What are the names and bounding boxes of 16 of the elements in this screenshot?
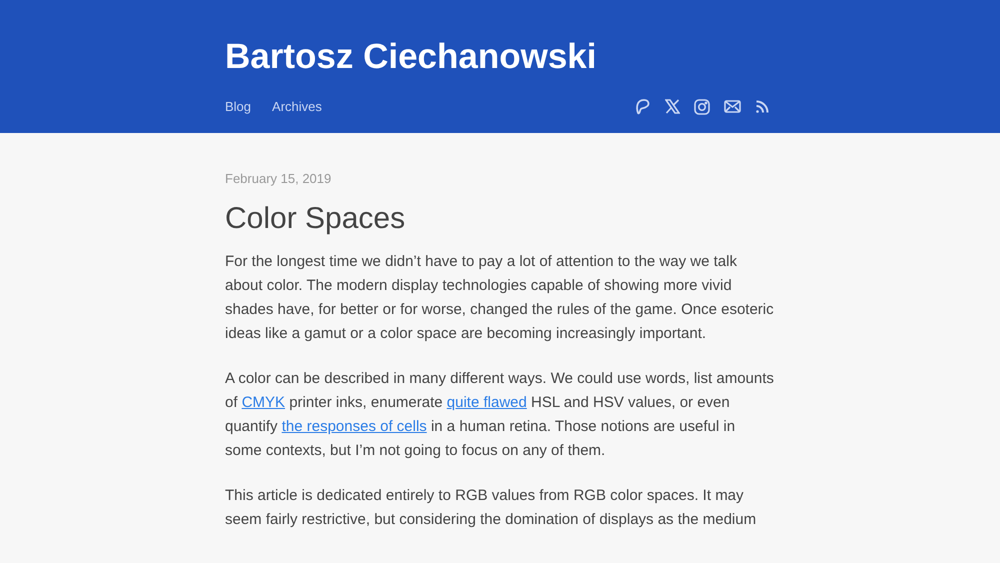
paragraph: A color can be described in many different ways. We could use words, list amounts of CMYK printer inks, enumerate quite flawed HSL and HSV values, or even quantify the responses of cells in a human retina. Those notions are useful in some contexts, but I’m not going to focus on any of them. bbox=[225, 369, 775, 461]
paragraph: This article is dedicated entirely to RGB values from RGB color spaces. It may seem fairly restrictive, but considering the domination of displays as the medium bbox=[225, 486, 758, 530]
text-link[interactable]: quite flawed bbox=[446, 394, 527, 411]
nav-link[interactable]: Archives bbox=[272, 99, 322, 114]
text-link[interactable]: the responses of cells bbox=[282, 418, 427, 435]
paragraph: For the longest time we didn’t have to pay a lot of attention to the way we talk about color. The modern display technologies capable of showing more vivid shades have, for better or for worse, changed the rules of the game. Once esoteric ideas like a gamut or a color space are becoming increasingly important. bbox=[225, 252, 775, 344]
post-date: February 15, 2019 bbox=[225, 171, 332, 186]
site-title[interactable]: Bartosz Ciechanowski bbox=[225, 36, 775, 78]
instagram-icon[interactable] bbox=[694, 98, 710, 114]
nav-link[interactable]: Blog bbox=[225, 99, 252, 114]
rss-icon[interactable] bbox=[755, 100, 769, 114]
x-logo-icon[interactable] bbox=[665, 99, 680, 114]
article-title: Color Spaces bbox=[225, 202, 406, 236]
mail-icon[interactable] bbox=[724, 100, 741, 113]
patreon-icon[interactable] bbox=[635, 98, 651, 115]
text-link[interactable]: CMYK bbox=[242, 394, 286, 411]
